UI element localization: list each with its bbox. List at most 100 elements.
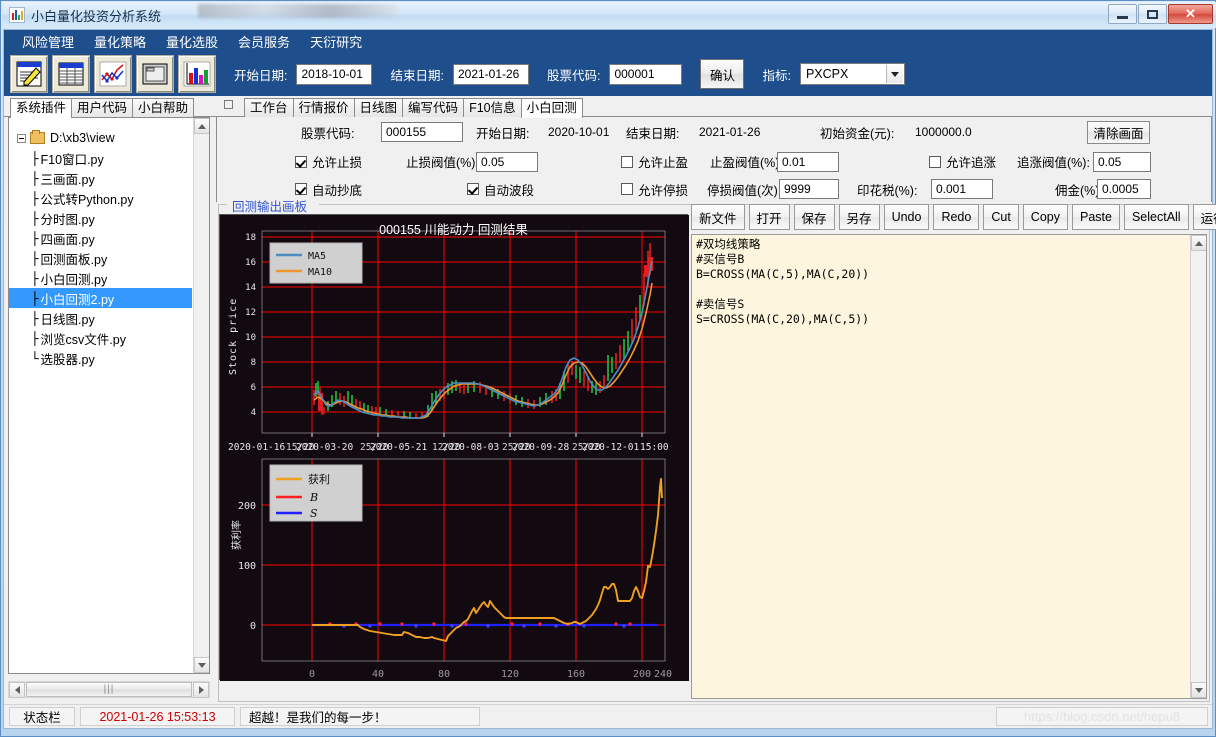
list-item[interactable]: └ 选股器.py bbox=[9, 348, 192, 368]
code-editor-text[interactable]: #双均线策略 #买信号B B=CROSS(MA(C,5),MA(C,20)) #… bbox=[696, 237, 1188, 698]
tab-quotes[interactable]: 行情报价 bbox=[292, 98, 355, 117]
paste-button[interactable]: Paste bbox=[1071, 204, 1120, 230]
halt-threshold-input[interactable]: 9999 bbox=[779, 179, 839, 199]
form-end-date-input[interactable]: 2021-01-26 bbox=[695, 122, 773, 142]
svg-text:MA10: MA10 bbox=[308, 267, 332, 278]
halt-threshold-label: 停损阀值(次): bbox=[707, 183, 782, 198]
chase-threshold-input[interactable]: 0.05 bbox=[1093, 151, 1151, 172]
tree-root-node[interactable]: D:\xb3\view bbox=[9, 128, 192, 148]
tab-help[interactable]: 小白帮助 bbox=[132, 98, 195, 117]
list-item[interactable]: ├ 四画面.py bbox=[9, 228, 192, 248]
list-item[interactable]: ├ 分时图.py bbox=[9, 208, 192, 228]
allow-chase-checkbox[interactable] bbox=[929, 155, 941, 168]
tab-system-plugins[interactable]: 系统插件 bbox=[10, 98, 73, 118]
window-controls: ✕ bbox=[1107, 4, 1213, 24]
confirm-button[interactable]: 确认 bbox=[700, 59, 745, 89]
status-message: 超越！是我们的每一步！ bbox=[240, 707, 480, 726]
svg-text:获利: 获利 bbox=[308, 473, 330, 486]
scroll-right-icon[interactable] bbox=[193, 681, 209, 698]
code-editor[interactable]: #双均线策略 #买信号B B=CROSS(MA(C,5),MA(C,20)) #… bbox=[691, 234, 1207, 699]
list-item[interactable]: ├ 回测面板.py bbox=[9, 248, 192, 268]
stoploss-threshold-input[interactable]: 0.05 bbox=[476, 151, 538, 172]
stoploss-threshold-label: 止损阀值(%): bbox=[406, 156, 479, 170]
tree-item-label: 三画面.py bbox=[40, 172, 95, 187]
minimize-icon[interactable] bbox=[1108, 4, 1137, 24]
allow-chase-label: 允许追涨 bbox=[946, 156, 997, 170]
tab-user-code[interactable]: 用户代码 bbox=[71, 98, 134, 117]
list-item[interactable]: ├ 小白回测.py bbox=[9, 268, 192, 288]
chevron-down-icon[interactable] bbox=[885, 65, 903, 83]
maximize-icon[interactable] bbox=[1138, 4, 1167, 24]
cut-button[interactable]: Cut bbox=[983, 204, 1019, 230]
editor-toolbar: 新文件 打开 保存 另存 Undo Redo Cut Copy Paste Se… bbox=[691, 204, 1216, 232]
close-icon[interactable]: ✕ bbox=[1168, 4, 1213, 24]
menu-item-risk[interactable]: 风险管理 bbox=[12, 30, 84, 53]
list-item[interactable]: ├ 公式转Python.py bbox=[9, 188, 192, 208]
tree-item-label: 小白回测.py bbox=[40, 272, 108, 287]
scroll-left-icon[interactable] bbox=[9, 681, 25, 698]
stamp-tax-label: 印花税(%): bbox=[857, 183, 918, 198]
tab-f10-info[interactable]: F10信息 bbox=[463, 98, 522, 117]
start-date-input[interactable]: 2018-10-01 bbox=[296, 63, 373, 85]
editor-vertical-scrollbar[interactable] bbox=[1190, 235, 1206, 698]
select-all-button[interactable]: SelectAll bbox=[1123, 204, 1189, 230]
profit-y-axis-label: 获利率 bbox=[232, 520, 243, 550]
allow-takeprofit-checkbox[interactable] bbox=[621, 155, 633, 168]
indicator-label: 指标: bbox=[762, 68, 791, 83]
list-item[interactable]: ├ 日线图.py bbox=[9, 308, 192, 328]
tab-daily-chart[interactable]: 日线图 bbox=[353, 98, 404, 117]
scroll-down-icon[interactable] bbox=[194, 657, 209, 673]
commission-input[interactable]: 0.0005 bbox=[1097, 179, 1151, 199]
allow-halt-checkbox[interactable] bbox=[621, 183, 633, 195]
window-icon[interactable] bbox=[136, 55, 174, 93]
menu-item-strategy[interactable]: 量化策略 bbox=[84, 30, 156, 53]
auto-bottom-checkbox[interactable] bbox=[295, 183, 307, 195]
line-chart-icon[interactable] bbox=[94, 55, 132, 93]
stamp-tax-input[interactable]: 0.001 bbox=[931, 179, 993, 199]
tree-horizontal-scrollbar[interactable]: ||| bbox=[8, 681, 210, 698]
open-button[interactable]: 打开 bbox=[748, 204, 790, 230]
copy-button[interactable]: Copy bbox=[1022, 204, 1068, 230]
list-item-selected[interactable]: ├ 小白回测2.py bbox=[9, 288, 192, 308]
form-start-date-input[interactable]: 2020-10-01 bbox=[544, 122, 622, 142]
undo-button[interactable]: Undo bbox=[883, 204, 930, 230]
save-as-button[interactable]: 另存 bbox=[838, 204, 880, 230]
tab-write-code[interactable]: 编写代码 bbox=[402, 98, 465, 117]
scroll-up-icon[interactable] bbox=[194, 118, 209, 134]
svg-text:100: 100 bbox=[238, 561, 256, 572]
list-item[interactable]: ├ 三画面.py bbox=[9, 168, 192, 188]
list-item[interactable]: ├ F10窗口.py bbox=[9, 148, 192, 168]
allow-stoploss-checkbox[interactable] bbox=[295, 155, 307, 168]
edit-document-icon[interactable] bbox=[10, 55, 48, 93]
stock-code-input[interactable]: 000001 bbox=[609, 63, 683, 85]
table-icon[interactable] bbox=[52, 55, 90, 93]
menu-item-member[interactable]: 会员服务 bbox=[228, 30, 300, 53]
allow-stoploss-label: 允许止损 bbox=[312, 156, 363, 170]
bar-chart-icon[interactable] bbox=[178, 55, 216, 93]
svg-text:S: S bbox=[310, 507, 318, 520]
svg-text:4: 4 bbox=[251, 408, 256, 418]
scroll-thumb[interactable]: ||| bbox=[26, 682, 192, 697]
file-tree: D:\xb3\view ├ F10窗口.py ├ 三画面.py ├ 公式转Python… bbox=[8, 117, 210, 674]
tab-backtest[interactable]: 小白回测 bbox=[520, 98, 583, 118]
list-item[interactable]: ├ 浏览csv文件.py bbox=[9, 328, 192, 348]
menu-item-stockpick[interactable]: 量化选股 bbox=[156, 30, 228, 53]
save-button[interactable]: 保存 bbox=[793, 204, 835, 230]
clear-screen-button[interactable]: 清除画面 bbox=[1087, 120, 1150, 144]
scroll-down-icon[interactable] bbox=[1191, 682, 1206, 698]
stock-code-label: 股票代码: bbox=[546, 68, 601, 83]
end-date-input[interactable]: 2021-01-26 bbox=[452, 63, 529, 85]
redo-button[interactable]: Redo bbox=[933, 204, 980, 230]
indicator-select-value: PXCPX bbox=[805, 67, 849, 81]
run-program-button[interactable]: 运行程序 bbox=[1192, 204, 1216, 230]
form-initial-capital-input[interactable]: 1000000.0 bbox=[911, 122, 1001, 142]
form-stock-code-input[interactable]: 000155 bbox=[381, 122, 463, 142]
tree-vertical-scrollbar[interactable] bbox=[193, 118, 209, 673]
takeprofit-threshold-input[interactable]: 0.01 bbox=[777, 151, 839, 172]
auto-band-checkbox[interactable] bbox=[467, 183, 479, 195]
tab-workbench[interactable]: 工作台 bbox=[244, 98, 294, 117]
menu-item-research[interactable]: 天衍研究 bbox=[300, 30, 372, 53]
collapse-icon[interactable] bbox=[17, 133, 26, 143]
new-file-button[interactable]: 新文件 bbox=[691, 204, 745, 230]
scroll-up-icon[interactable] bbox=[1191, 235, 1206, 251]
